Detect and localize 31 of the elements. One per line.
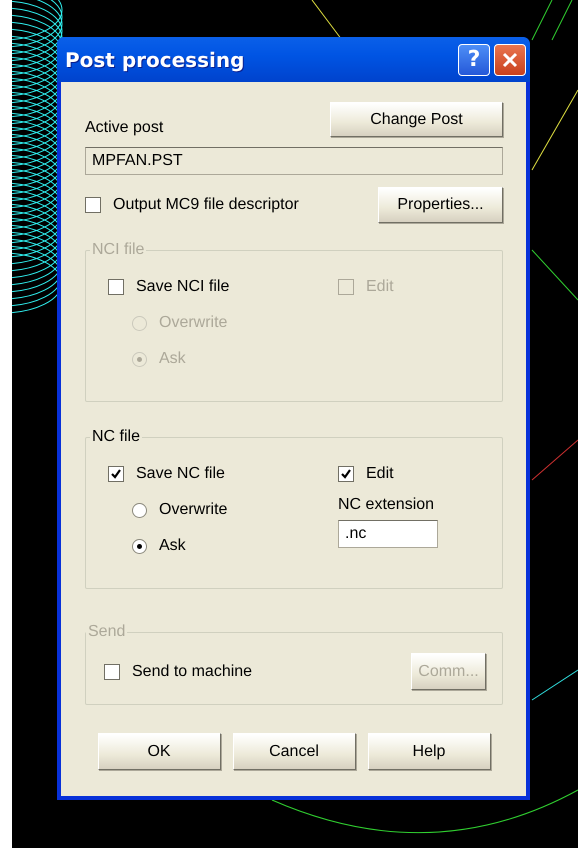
radio-button[interactable] — [132, 538, 147, 554]
help-button[interactable]: ? — [458, 44, 490, 76]
properties-button[interactable]: Properties... — [378, 187, 503, 223]
checkbox-label: Save NCI file — [136, 278, 230, 296]
checkbox-label: Edit — [366, 465, 394, 483]
window-title: Post processing — [65, 48, 246, 72]
checkbox-label: Edit — [366, 278, 394, 296]
active-post-field: MPFAN.PST — [85, 147, 503, 175]
checkbox-label: Output MC9 file descriptor — [113, 196, 299, 214]
group-title: Send — [87, 623, 126, 641]
checkbox[interactable] — [108, 466, 124, 482]
radio-label: Ask — [159, 350, 186, 368]
radio-label: Ask — [159, 537, 186, 555]
checkbox-label: Save NC file — [136, 465, 225, 483]
extension-field[interactable]: .nc — [338, 520, 438, 548]
group-title: NC file — [91, 428, 142, 446]
radio-label: Overwrite — [159, 314, 228, 332]
field-label: Active post — [85, 118, 164, 136]
close-icon — [502, 52, 518, 68]
radio-label: Overwrite — [159, 501, 228, 519]
dialog-button[interactable]: Help — [368, 733, 490, 770]
dialog-button[interactable]: OK — [98, 733, 220, 770]
field-label: NC extension — [338, 496, 434, 513]
close-button[interactable] — [494, 44, 526, 76]
checkbox-label: Send to machine — [132, 662, 252, 680]
group-title: NCI file — [91, 241, 146, 259]
dialog-button[interactable]: Cancel — [232, 733, 356, 770]
checkbox[interactable] — [85, 197, 101, 213]
radio-button[interactable] — [132, 502, 147, 518]
checkbox[interactable] — [338, 466, 354, 482]
change-post-button[interactable]: Change Post — [330, 102, 503, 137]
